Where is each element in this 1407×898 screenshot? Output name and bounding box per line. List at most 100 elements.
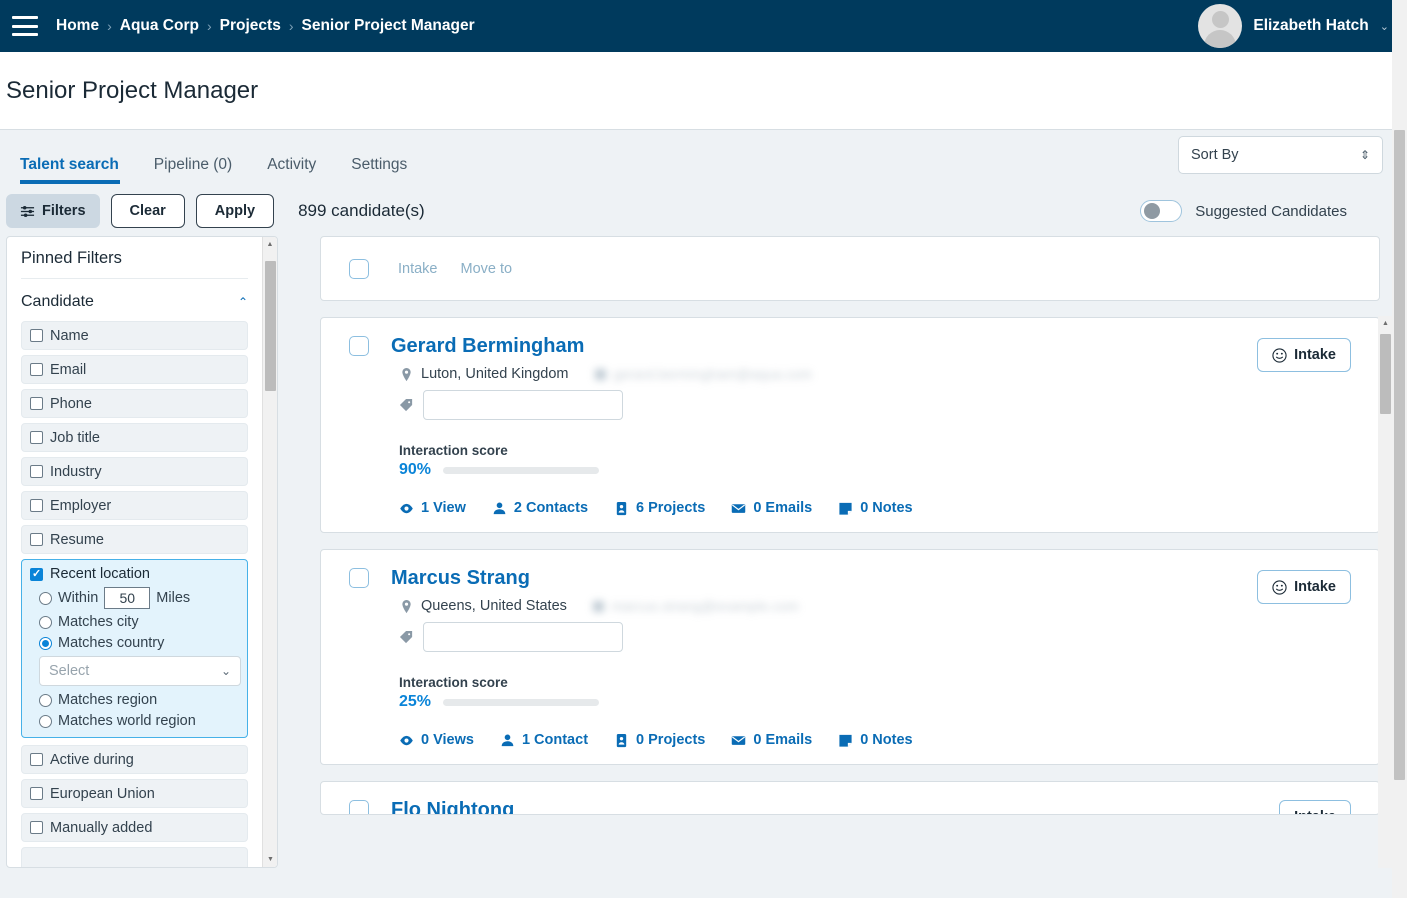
- filter-item-name[interactable]: Name: [21, 321, 248, 350]
- filter-item-label: Active during: [50, 751, 134, 768]
- stat-notes[interactable]: 0 Notes: [838, 732, 913, 748]
- filter-item-european-union[interactable]: European Union: [21, 779, 248, 808]
- candidate-email-redacted: marcus.strang@example.com: [592, 599, 799, 614]
- filter-group-label: Candidate: [21, 293, 94, 310]
- intake-button-label: Intake: [1294, 809, 1336, 814]
- checkbox[interactable]: [30, 397, 43, 410]
- stat-contacts[interactable]: 1 Contact: [500, 732, 588, 748]
- breadcrumb-item-aqua-corp[interactable]: Aqua Corp: [120, 17, 199, 35]
- scroll-up-arrow-icon[interactable]: ▲: [1378, 316, 1393, 331]
- candidate-checkbox[interactable]: [349, 336, 369, 356]
- filter-item-job-title[interactable]: Job title: [21, 423, 248, 452]
- country-select[interactable]: Select ⌄: [39, 656, 241, 686]
- page-title: Senior Project Manager: [6, 76, 259, 104]
- candidate-card: Flo Nightong Intake: [320, 781, 1380, 815]
- checkbox[interactable]: [30, 465, 43, 478]
- filter-item-active-during[interactable]: Active during: [21, 745, 248, 774]
- tab-pipeline[interactable]: Pipeline (0): [154, 156, 250, 186]
- candidate-tag-input[interactable]: [423, 622, 623, 652]
- candidate-intake-button[interactable]: Intake: [1279, 800, 1351, 814]
- stat-contacts[interactable]: 2 Contacts: [492, 500, 588, 516]
- checkbox[interactable]: [30, 363, 43, 376]
- filter-item-label: European Union: [50, 785, 155, 802]
- location-pin-icon: [402, 599, 411, 613]
- radio-within-label: Within: [58, 590, 99, 606]
- stat-projects[interactable]: 0 Projects: [614, 732, 705, 748]
- filter-item-resume[interactable]: Resume: [21, 525, 248, 554]
- select-all-checkbox[interactable]: [349, 258, 369, 279]
- bulk-intake-link[interactable]: Intake: [398, 261, 438, 277]
- checkbox[interactable]: [30, 787, 43, 800]
- candidate-name-link[interactable]: Gerard Bermingham: [391, 336, 584, 356]
- radio-matches-country[interactable]: Matches country: [39, 635, 239, 651]
- main-content: Pinned Filters Candidate ⌃ Name Email Ph…: [0, 236, 1407, 868]
- page-scrollbar[interactable]: [1392, 0, 1407, 898]
- tab-talent-search[interactable]: Talent search: [20, 156, 137, 186]
- filter-item-partial[interactable]: [21, 847, 248, 867]
- radio-matches-world-region[interactable]: Matches world region: [39, 713, 239, 729]
- candidate-name-link[interactable]: Flo Nightong: [391, 800, 514, 814]
- scroll-up-arrow-icon[interactable]: ▲: [263, 237, 277, 252]
- stat-emails[interactable]: 0 Emails: [731, 500, 812, 516]
- sidebar-scrollbar[interactable]: ▲ ▼: [262, 237, 277, 867]
- hamburger-menu-icon[interactable]: [12, 16, 38, 36]
- bulk-move-to-link[interactable]: Move to: [461, 261, 513, 277]
- breadcrumb-separator-icon: ›: [288, 18, 294, 34]
- stat-views[interactable]: 1 View: [399, 500, 466, 516]
- scroll-down-arrow-icon[interactable]: ▼: [263, 852, 277, 867]
- filter-item-employer[interactable]: Employer: [21, 491, 248, 520]
- user-avatar-icon: [1198, 4, 1243, 48]
- candidate-tag-input[interactable]: [423, 390, 623, 420]
- scrollbar-thumb[interactable]: [1380, 334, 1391, 414]
- filter-item-manually-added[interactable]: Manually added: [21, 813, 248, 842]
- stat-emails[interactable]: 0 Emails: [731, 732, 812, 748]
- scrollbar-thumb[interactable]: [1394, 130, 1405, 780]
- radio-matches-region[interactable]: Matches region: [39, 692, 239, 708]
- stat-notes[interactable]: 0 Notes: [838, 500, 913, 516]
- radio-button[interactable]: [39, 714, 52, 728]
- radio-button[interactable]: [39, 693, 52, 707]
- sort-by-select[interactable]: Sort By ⇕: [1178, 136, 1383, 174]
- stat-views[interactable]: 0 Views: [399, 732, 474, 748]
- filter-item-industry[interactable]: Industry: [21, 457, 248, 486]
- checkbox[interactable]: [30, 821, 43, 834]
- checkbox[interactable]: [30, 753, 43, 766]
- tab-activity[interactable]: Activity: [267, 156, 334, 186]
- scrollbar-thumb[interactable]: [265, 261, 276, 391]
- checkbox[interactable]: [30, 567, 43, 581]
- checkbox[interactable]: [30, 499, 43, 512]
- interaction-score-value: 25%: [399, 693, 432, 710]
- candidate-name-link[interactable]: Marcus Strang: [391, 568, 530, 588]
- checkbox[interactable]: [30, 431, 43, 444]
- filter-item-label: Resume: [50, 531, 104, 548]
- candidate-location: Luton, United Kingdom: [399, 366, 569, 382]
- apply-button[interactable]: Apply: [195, 194, 275, 228]
- interaction-score-label: Interaction score: [399, 443, 508, 458]
- radio-matches-city[interactable]: Matches city: [39, 614, 239, 630]
- breadcrumb-item-home[interactable]: Home: [56, 17, 99, 35]
- clear-button[interactable]: Clear: [110, 194, 185, 228]
- radio-button[interactable]: [39, 615, 52, 629]
- candidate-checkbox[interactable]: [349, 800, 369, 814]
- candidate-intake-button[interactable]: Intake: [1257, 338, 1351, 372]
- miles-input[interactable]: [104, 587, 151, 609]
- candidate-checkbox[interactable]: [349, 568, 369, 588]
- filters-button[interactable]: Filters: [6, 194, 100, 228]
- checkbox[interactable]: [30, 329, 43, 342]
- breadcrumb-item-projects[interactable]: Projects: [220, 17, 281, 35]
- checkbox[interactable]: [30, 533, 43, 546]
- stat-projects[interactable]: 6 Projects: [614, 500, 705, 516]
- user-menu[interactable]: Elizabeth Hatch ⌄: [1198, 0, 1389, 52]
- filter-group-candidate[interactable]: Candidate ⌃: [21, 293, 248, 311]
- tag-icon: [399, 398, 413, 411]
- candidate-list-scrollbar[interactable]: ▲: [1378, 316, 1393, 868]
- candidate-intake-button[interactable]: Intake: [1257, 570, 1351, 604]
- radio-button[interactable]: [39, 636, 52, 650]
- filter-item-phone[interactable]: Phone: [21, 389, 248, 418]
- tab-settings[interactable]: Settings: [351, 156, 425, 186]
- suggested-candidates-toggle[interactable]: [1140, 200, 1183, 222]
- radio-label: Matches country: [58, 635, 165, 651]
- filter-item-email[interactable]: Email: [21, 355, 248, 384]
- radio-button[interactable]: [39, 591, 52, 605]
- radio-within[interactable]: Within Miles: [39, 587, 239, 609]
